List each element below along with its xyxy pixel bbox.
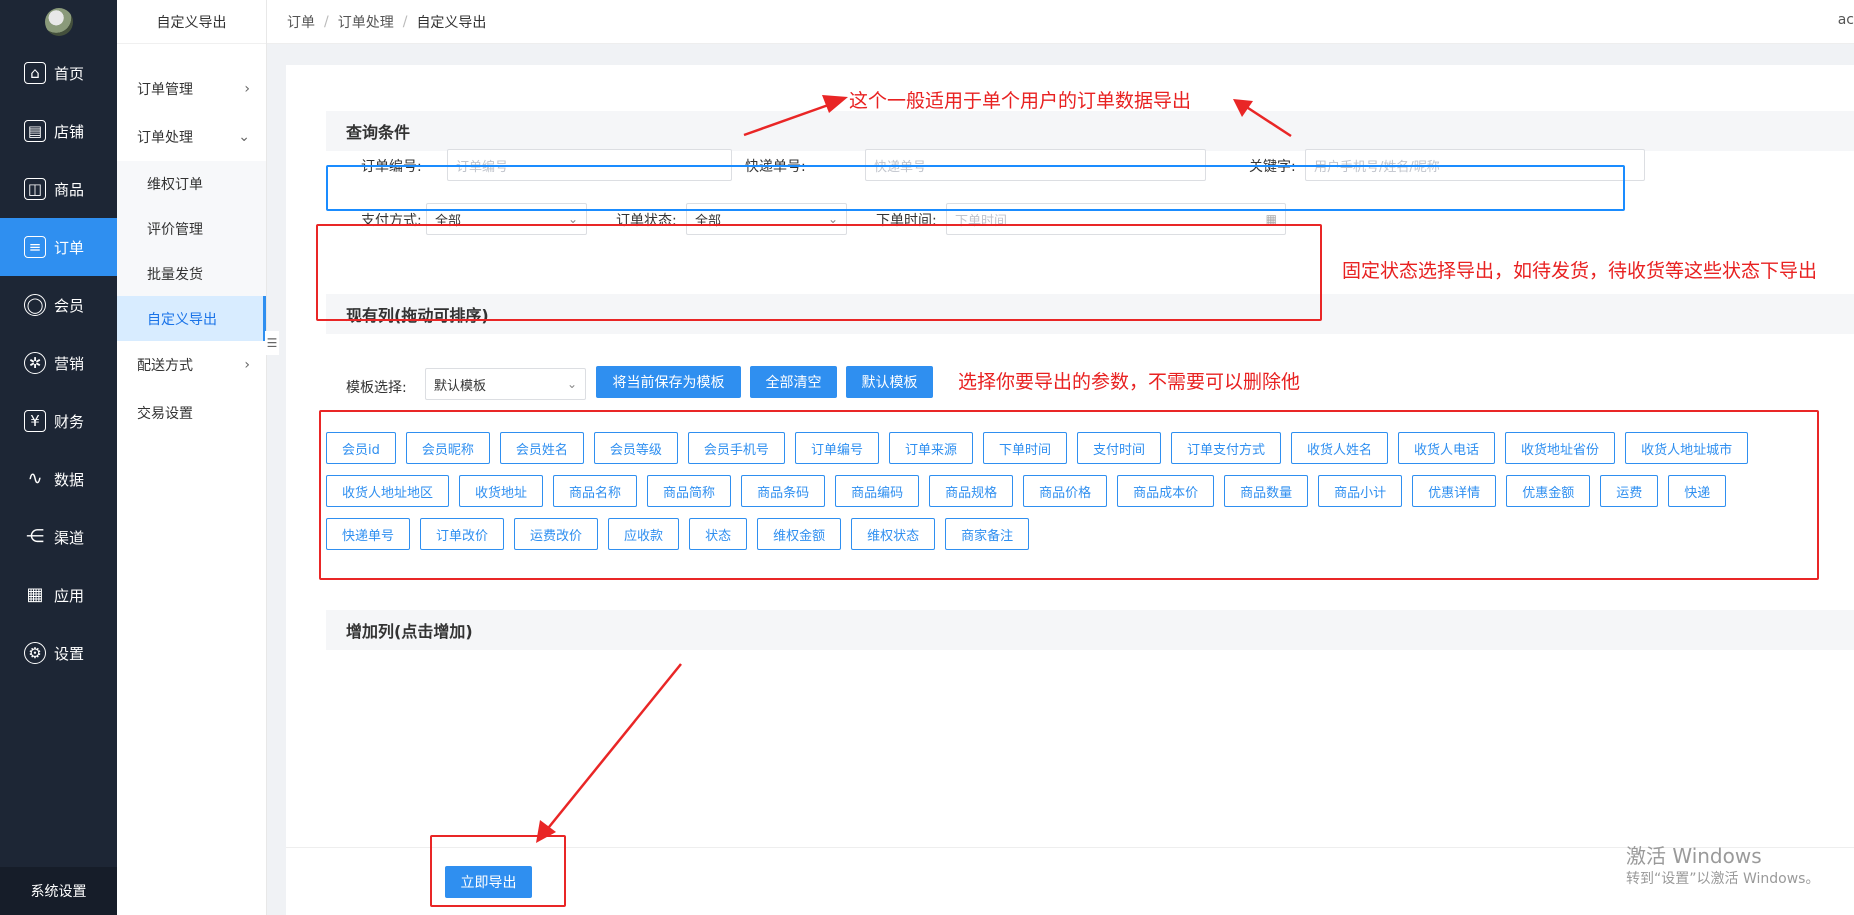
collapse-sidebar-icon[interactable]: ☰ bbox=[265, 331, 279, 355]
avatar bbox=[44, 8, 73, 36]
subnav-item-2[interactable]: 批量发货 bbox=[117, 251, 266, 296]
primary-sidebar: ⌂ 首页 ▤ 店铺 ◫ 商品 ≡ 订单 ◯ 会员 ✲ 营销 ¥ 财务 ∿ 数据 ⋲ 渠道 ▦ 应用 ⚙ 设置 系统设置 bbox=[0, 0, 117, 915]
sidebar-item-label: 订单 bbox=[54, 238, 85, 257]
breadcrumb-separator: / bbox=[324, 13, 329, 30]
clear-all-button[interactable]: 全部清空 bbox=[750, 366, 837, 398]
sidebar-item-label: 财务 bbox=[54, 412, 85, 431]
template-select[interactable]: 默认模板 ⌄ bbox=[425, 368, 586, 400]
windows-watermark-subtitle: 转到“设置”以激活 Windows。 bbox=[1626, 871, 1820, 887]
default-template-button[interactable]: 默认模板 bbox=[846, 366, 933, 398]
sidebar-item-label: 应用 bbox=[54, 586, 85, 605]
chevron-down-icon: ⌄ bbox=[566, 377, 577, 391]
sidebar-item-label: 设置 bbox=[54, 644, 85, 663]
gear-icon: ⚙ bbox=[24, 642, 46, 664]
sidebar-item-label: 首页 bbox=[54, 64, 85, 83]
sidebar-item-8[interactable]: ⋲ 渠道 bbox=[0, 508, 117, 566]
sidebar-item-3[interactable]: ≡ 订单 bbox=[0, 218, 117, 276]
subnav-group-order-manage[interactable]: 订单管理 › bbox=[117, 65, 266, 113]
home-icon: ⌂ bbox=[24, 62, 46, 84]
chevron-right-icon: › bbox=[244, 357, 250, 373]
breadcrumb-item: 自定义导出 bbox=[416, 14, 487, 31]
sidebar-item-label: 会员 bbox=[54, 296, 85, 315]
sidebar-item-label: 商品 bbox=[54, 180, 85, 199]
finance-icon: ¥ bbox=[24, 410, 46, 432]
order-icon: ≡ bbox=[24, 236, 46, 258]
subnav-title: 自定义导出 bbox=[117, 0, 266, 44]
sidebar-item-2[interactable]: ◫ 商品 bbox=[0, 160, 117, 218]
annotation-box-status bbox=[316, 224, 1322, 321]
breadcrumb-item[interactable]: 订单 bbox=[287, 12, 315, 32]
primary-nav: ⌂ 首页 ▤ 店铺 ◫ 商品 ≡ 订单 ◯ 会员 ✲ 营销 ¥ 财务 ∿ 数据 ⋲ 渠道 ▦ 应用 ⚙ 设置 bbox=[0, 44, 117, 682]
sidebar-item-5[interactable]: ✲ 营销 bbox=[0, 334, 117, 392]
breadcrumb-item[interactable]: 订单处理 bbox=[338, 12, 394, 32]
system-settings-button[interactable]: 系统设置 bbox=[0, 867, 117, 915]
logo[interactable] bbox=[0, 0, 117, 44]
top-bar: 订单 / 订单处理 / 自定义导出 ac bbox=[267, 0, 1854, 44]
sidebar-item-10[interactable]: ⚙ 设置 bbox=[0, 624, 117, 682]
secondary-sidebar: 自定义导出 订单管理 › 订单处理 ⌄ 维权订单 评价管理 批量发货 自定义导出 配送… bbox=[117, 0, 279, 915]
annotation-note-params: 选择你要导出的参数，不需要可以删除他 bbox=[958, 371, 1301, 393]
marketing-icon: ✲ bbox=[24, 352, 46, 374]
annotation-note-top: 这个一般适用于单个用户的订单数据导出 bbox=[849, 90, 1192, 112]
user-icon: ◯ bbox=[24, 294, 46, 316]
sidebar-item-7[interactable]: ∿ 数据 bbox=[0, 450, 117, 508]
sidebar-item-1[interactable]: ▤ 店铺 bbox=[0, 102, 117, 160]
sidebar-item-label: 营销 bbox=[54, 354, 85, 373]
subnav-item-3[interactable]: 自定义导出 bbox=[117, 296, 266, 341]
subnav-group-order-process[interactable]: 订单处理 ⌄ bbox=[117, 113, 266, 161]
breadcrumb-separator: / bbox=[402, 13, 408, 30]
annotation-box-export bbox=[430, 835, 566, 907]
chevron-right-icon: › bbox=[244, 81, 250, 97]
annotation-box-query bbox=[326, 165, 1625, 211]
sidebar-item-0[interactable]: ⌂ 首页 bbox=[0, 44, 117, 102]
bag-icon: ◫ bbox=[24, 178, 46, 200]
annotation-note-status: 固定状态选择导出，如待发货，待收货等这些状态下导出 bbox=[1342, 260, 1818, 282]
chevron-down-icon: ⌄ bbox=[238, 129, 250, 145]
store-icon: ▤ bbox=[24, 120, 46, 142]
chart-icon: ∿ bbox=[27, 468, 43, 489]
subnav-item-trade-settings[interactable]: 交易设置 bbox=[117, 389, 266, 437]
sidebar-item-9[interactable]: ▦ 应用 bbox=[0, 566, 117, 624]
windows-watermark-title: 激活 Windows bbox=[1626, 844, 1762, 868]
sidebar-item-label: 数据 bbox=[54, 470, 85, 489]
subnav-group-delivery[interactable]: 配送方式 › bbox=[117, 341, 266, 389]
template-label: 模板选择: bbox=[346, 380, 407, 396]
subnav-children: 维权订单 评价管理 批量发货 自定义导出 bbox=[117, 161, 266, 341]
user-name[interactable]: ac bbox=[1838, 12, 1854, 28]
breadcrumb: 订单 / 订单处理 / 自定义导出 bbox=[287, 12, 486, 32]
share-icon: ⋲ bbox=[26, 526, 44, 547]
subnav-item-0[interactable]: 维权订单 bbox=[117, 161, 266, 206]
save-template-button[interactable]: 将当前保存为模板 bbox=[596, 366, 741, 398]
add-columns-section-title: 增加列(点击增加) bbox=[326, 610, 1854, 650]
sidebar-item-label: 渠道 bbox=[54, 528, 85, 547]
subnav-item-1[interactable]: 评价管理 bbox=[117, 206, 266, 251]
sidebar-item-label: 店铺 bbox=[54, 122, 85, 141]
apps-icon: ▦ bbox=[26, 584, 44, 605]
sidebar-item-4[interactable]: ◯ 会员 bbox=[0, 276, 117, 334]
sidebar-item-6[interactable]: ¥ 财务 bbox=[0, 392, 117, 450]
query-section-title: 查询条件 bbox=[326, 111, 1854, 151]
annotation-box-columns bbox=[319, 410, 1819, 580]
